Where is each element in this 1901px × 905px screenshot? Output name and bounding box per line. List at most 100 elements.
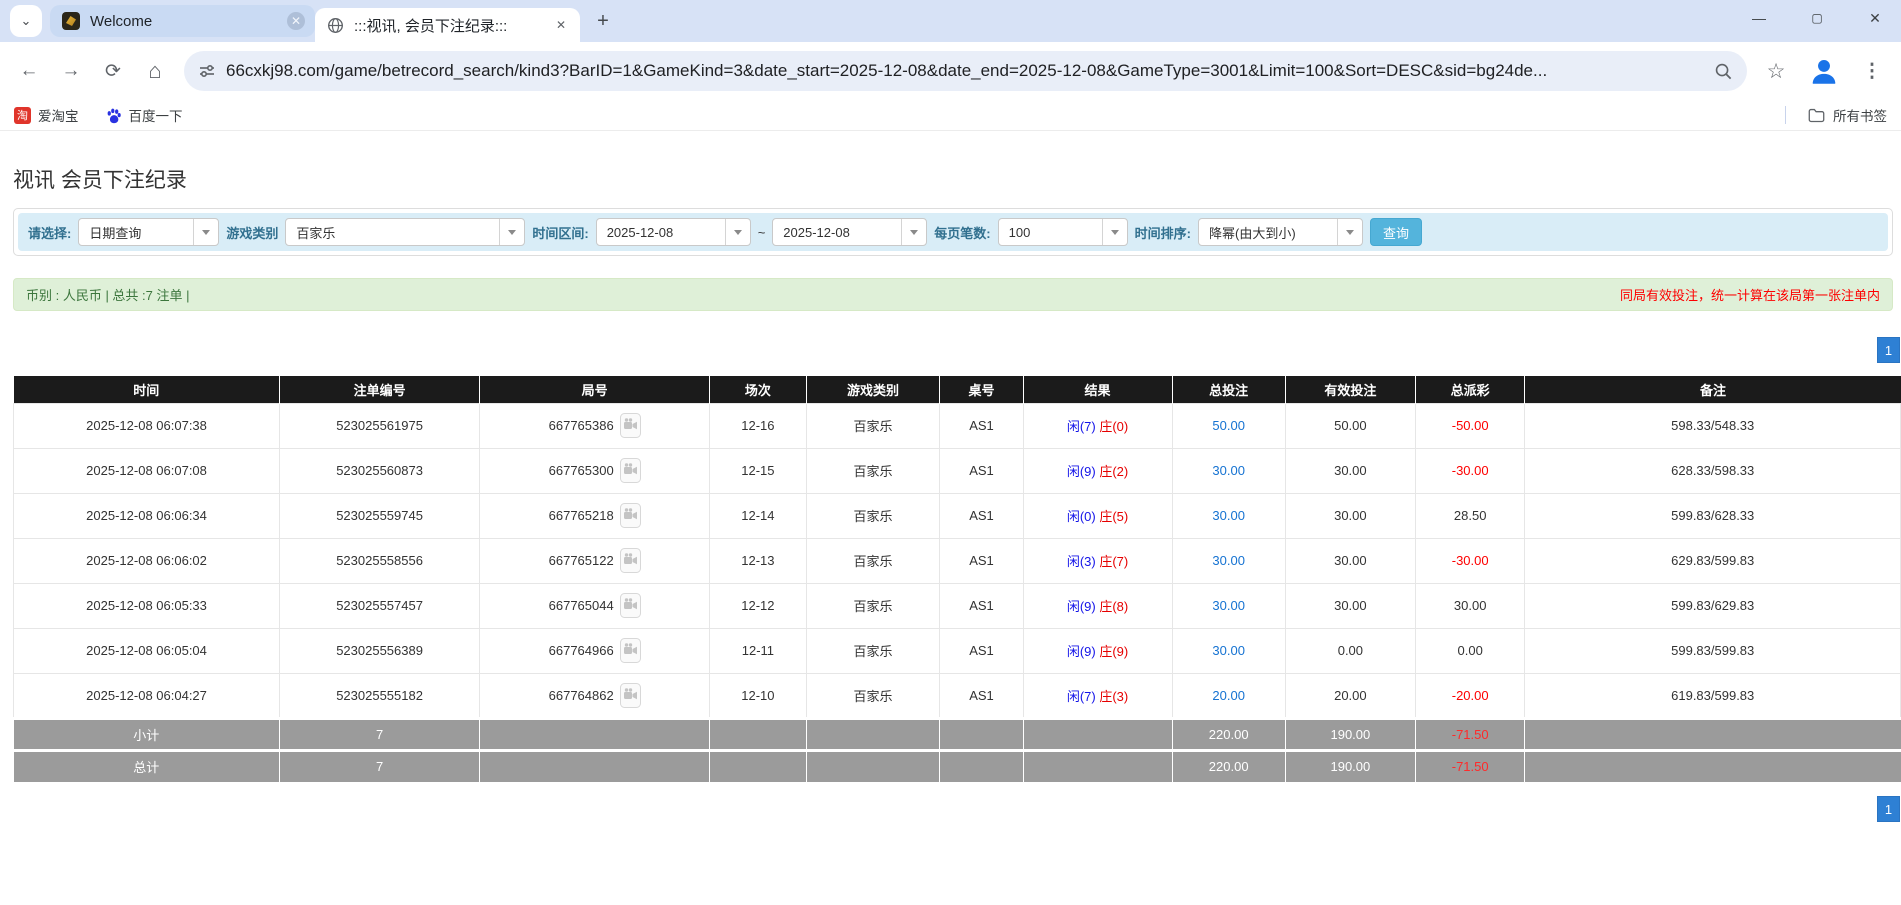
total-bet-link[interactable]: 50.00 <box>1212 418 1245 433</box>
total-bet-link[interactable]: 30.00 <box>1212 553 1245 568</box>
date-range-label: 时间区间: <box>532 223 588 242</box>
date-start-select[interactable]: 2025-12-08 <box>596 218 751 246</box>
empty-cell <box>1525 750 1901 782</box>
result-banker: 庄(3) <box>1099 689 1128 704</box>
minimize-button[interactable]: — <box>1745 4 1773 32</box>
cell-round-no: 667764966 <box>480 628 710 673</box>
empty-cell <box>1023 750 1172 782</box>
window-close-button[interactable]: ✕ <box>1861 4 1889 32</box>
cell-result: 闲(7) 庄(0) <box>1023 403 1172 448</box>
cell-result: 闲(9) 庄(8) <box>1023 583 1172 628</box>
cell-note: 599.83/628.33 <box>1525 493 1901 538</box>
per-page-select[interactable]: 100 <box>998 218 1128 246</box>
summary-bar: 币别 : 人民币 | 总共 :7 注单 | 同局有效投注，统一计算在该局第一张注… <box>13 278 1893 311</box>
baidu-paw-icon <box>105 107 122 124</box>
result-player: 闲(7) <box>1067 689 1096 704</box>
round-no-text: 667765044 <box>549 598 614 613</box>
plus-icon: + <box>597 10 609 33</box>
col-valid-bet: 有效投注 <box>1285 376 1415 403</box>
new-tab-button[interactable]: + <box>588 6 618 36</box>
cell-time: 2025-12-08 06:05:33 <box>14 583 280 628</box>
query-type-select[interactable]: 日期查询 <box>78 218 219 246</box>
site-settings-icon[interactable] <box>198 62 216 80</box>
cell-total-bet: 30.00 <box>1172 493 1285 538</box>
total-bet-link[interactable]: 30.00 <box>1212 508 1245 523</box>
tab-welcome[interactable]: Welcome ✕ <box>50 5 315 37</box>
date-end-select[interactable]: 2025-12-08 <box>772 218 927 246</box>
profile-icon[interactable] <box>1807 54 1841 88</box>
cell-round-no: 667765122 <box>480 538 710 583</box>
forward-button[interactable]: → <box>54 54 88 88</box>
cell-valid-bet: 50.00 <box>1285 403 1415 448</box>
total-bet-link[interactable]: 30.00 <box>1212 463 1245 478</box>
cell-note: 619.83/599.83 <box>1525 673 1901 718</box>
empty-cell <box>1525 718 1901 750</box>
total-bet-link[interactable]: 30.00 <box>1212 598 1245 613</box>
chevron-down-icon <box>1102 219 1127 245</box>
video-replay-icon[interactable] <box>620 458 641 483</box>
maximize-button[interactable]: ▢ <box>1803 4 1831 32</box>
empty-cell <box>806 750 940 782</box>
bookmark-star-icon[interactable]: ☆ <box>1759 54 1793 88</box>
video-replay-icon[interactable] <box>620 683 641 708</box>
cell-payout: 30.00 <box>1415 583 1524 628</box>
result-banker: 庄(2) <box>1099 464 1128 479</box>
result-player: 闲(3) <box>1067 554 1096 569</box>
notice-text: 同局有效投注，统一计算在该局第一张注单内 <box>1620 285 1880 304</box>
close-icon[interactable]: ✕ <box>552 16 570 34</box>
menu-dots-icon[interactable]: ⋮ <box>1855 54 1889 88</box>
empty-cell <box>1023 718 1172 750</box>
video-replay-icon[interactable] <box>620 503 641 528</box>
cell-total-bet: 30.00 <box>1172 583 1285 628</box>
cell-payout: -30.00 <box>1415 538 1524 583</box>
pagination-bottom: 1 <box>0 796 1900 822</box>
back-button[interactable]: ← <box>12 54 46 88</box>
all-bookmarks[interactable]: 所有书签 <box>1785 105 1887 125</box>
col-payout: 总派彩 <box>1415 376 1524 403</box>
total-bet-link[interactable]: 20.00 <box>1212 688 1245 703</box>
tab-title: Welcome <box>90 13 287 30</box>
empty-cell <box>710 718 806 750</box>
sort-value: 降幂(由大到小) <box>1199 223 1337 242</box>
col-note: 备注 <box>1525 376 1901 403</box>
page-1-button[interactable]: 1 <box>1877 796 1900 822</box>
cell-result: 闲(0) 庄(5) <box>1023 493 1172 538</box>
col-round-no: 局号 <box>480 376 710 403</box>
reload-button[interactable]: ⟳ <box>96 54 130 88</box>
game-category-select[interactable]: 百家乐 <box>285 218 525 246</box>
tab-search-button[interactable]: ⌄ <box>10 5 42 37</box>
search-button[interactable]: 查询 <box>1370 218 1422 246</box>
table-row: 2025-12-08 06:05:33 523025557457 6677650… <box>14 583 1901 628</box>
table-row: 2025-12-08 06:07:08 523025560873 6677653… <box>14 448 1901 493</box>
cell-table: AS1 <box>940 493 1023 538</box>
address-bar[interactable]: 66cxkj98.com/game/betrecord_search/kind3… <box>184 51 1747 91</box>
video-replay-icon[interactable] <box>620 413 641 438</box>
video-replay-icon[interactable] <box>620 548 641 573</box>
tab-betrecord[interactable]: :::视讯, 会员下注纪录::: ✕ <box>315 8 580 42</box>
url-text[interactable]: 66cxkj98.com/game/betrecord_search/kind3… <box>226 61 1714 81</box>
game-category-value: 百家乐 <box>286 223 499 242</box>
bookmark-taobao[interactable]: 淘 爱淘宝 <box>14 105 79 125</box>
cell-result: 闲(9) 庄(9) <box>1023 628 1172 673</box>
cell-table: AS1 <box>940 538 1023 583</box>
empty-cell <box>480 750 710 782</box>
close-icon[interactable]: ✕ <box>287 12 305 30</box>
cell-bet-no: 523025557457 <box>280 583 480 628</box>
sort-select[interactable]: 降幂(由大到小) <box>1198 218 1363 246</box>
video-replay-icon[interactable] <box>620 638 641 663</box>
col-bet-no: 注单编号 <box>280 376 480 403</box>
home-button[interactable]: ⌂ <box>138 54 172 88</box>
result-banker: 庄(5) <box>1099 509 1128 524</box>
total-bet-link[interactable]: 30.00 <box>1212 643 1245 658</box>
all-bookmarks-label: 所有书签 <box>1833 105 1887 125</box>
cell-game: 百家乐 <box>806 493 940 538</box>
bookmark-baidu[interactable]: 百度一下 <box>105 105 183 125</box>
page-1-button[interactable]: 1 <box>1877 337 1900 363</box>
result-banker: 庄(9) <box>1099 644 1128 659</box>
cell-time: 2025-12-08 06:04:27 <box>14 673 280 718</box>
tilde-separator: ~ <box>758 225 766 240</box>
video-replay-icon[interactable] <box>620 593 641 618</box>
cell-valid-bet: 30.00 <box>1285 493 1415 538</box>
zoom-icon[interactable] <box>1714 62 1733 81</box>
col-time: 时间 <box>14 376 280 403</box>
